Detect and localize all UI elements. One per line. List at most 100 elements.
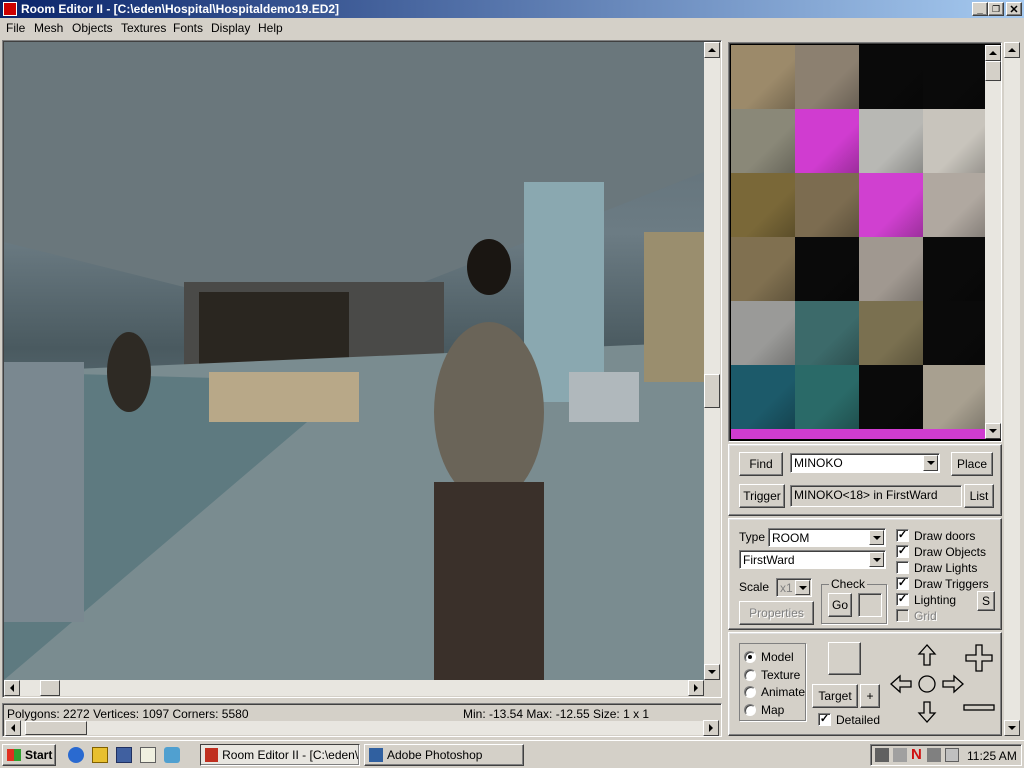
- menu-textures[interactable]: Textures: [121, 21, 166, 35]
- texture-tile[interactable]: [795, 429, 859, 439]
- find-combo[interactable]: MINOKO: [790, 453, 940, 473]
- menu-help[interactable]: Help: [258, 21, 283, 35]
- scale-combo[interactable]: x1: [776, 578, 812, 597]
- status-hscroll[interactable]: [5, 720, 719, 736]
- texture-tile[interactable]: [795, 301, 859, 365]
- chevron-down-icon[interactable]: [869, 552, 884, 567]
- trigger-button[interactable]: Trigger: [739, 484, 785, 508]
- texture-tile[interactable]: [923, 237, 987, 301]
- chevron-down-icon[interactable]: [869, 530, 884, 545]
- model-radio[interactable]: [744, 651, 756, 663]
- texture-tile[interactable]: [731, 365, 795, 429]
- room-combo[interactable]: FirstWard: [739, 550, 886, 569]
- texture-tile[interactable]: [923, 365, 987, 429]
- scroll-thumb[interactable]: [25, 721, 87, 735]
- list-button[interactable]: List: [964, 484, 994, 508]
- preview-button[interactable]: [828, 642, 861, 675]
- app-icon[interactable]: [116, 747, 132, 763]
- texture-tile[interactable]: [795, 109, 859, 173]
- scroll-down-button[interactable]: [985, 423, 1001, 439]
- texture-tile[interactable]: [795, 45, 859, 109]
- menu-fonts[interactable]: Fonts: [173, 21, 203, 35]
- scroll-up-button[interactable]: [1004, 42, 1020, 58]
- type-combo[interactable]: ROOM: [768, 528, 886, 547]
- draw-objects-checkbox[interactable]: ✓: [896, 545, 909, 558]
- navigation-pad[interactable]: [888, 642, 1000, 726]
- panel-vscroll[interactable]: [1004, 42, 1020, 736]
- task-room-editor[interactable]: Room Editor II - [C:\eden\...: [200, 744, 360, 766]
- texture-tile[interactable]: [795, 237, 859, 301]
- texture-tile[interactable]: [795, 173, 859, 237]
- texture-tile[interactable]: [859, 429, 923, 439]
- volume-icon[interactable]: [945, 748, 959, 762]
- chevron-down-icon[interactable]: [923, 455, 938, 471]
- menu-objects[interactable]: Objects: [72, 21, 113, 35]
- texture-tile[interactable]: [859, 173, 923, 237]
- network-icon[interactable]: [164, 747, 180, 763]
- texture-tile[interactable]: [859, 365, 923, 429]
- texture-tile[interactable]: [859, 109, 923, 173]
- close-button[interactable]: ✕: [1006, 2, 1022, 16]
- texture-tile[interactable]: [923, 109, 987, 173]
- detailed-checkbox[interactable]: ✓: [818, 713, 831, 726]
- scroll-left-button[interactable]: [5, 720, 21, 736]
- scroll-down-button[interactable]: [704, 664, 720, 680]
- texture-tile[interactable]: [859, 45, 923, 109]
- scroll-thumb[interactable]: [985, 61, 1001, 81]
- target-button[interactable]: Target: [812, 684, 858, 708]
- menu-file[interactable]: File: [6, 21, 25, 35]
- viewport-vscroll[interactable]: [704, 42, 720, 680]
- restore-button[interactable]: ❐: [988, 2, 1004, 16]
- 3d-viewport[interactable]: [4, 42, 704, 680]
- texture-radio[interactable]: [744, 669, 756, 681]
- draw-triggers-checkbox[interactable]: ✓: [896, 577, 909, 590]
- scroll-down-button[interactable]: [1004, 720, 1020, 736]
- task-photoshop[interactable]: Adobe Photoshop: [364, 744, 524, 766]
- texture-tile[interactable]: [731, 301, 795, 365]
- texture-tile[interactable]: [923, 45, 987, 109]
- scroll-up-button[interactable]: [985, 45, 1001, 61]
- animate-radio[interactable]: [744, 686, 756, 698]
- texture-palette[interactable]: [731, 45, 987, 439]
- texture-tile[interactable]: [731, 45, 795, 109]
- scroll-thumb[interactable]: [40, 680, 60, 696]
- texture-tile[interactable]: [923, 301, 987, 365]
- texture-tile[interactable]: [859, 237, 923, 301]
- media-icon[interactable]: [92, 747, 108, 763]
- scroll-right-button[interactable]: [703, 720, 719, 736]
- draw-lights-checkbox[interactable]: [896, 561, 909, 574]
- trigger-field[interactable]: MINOKO<18> in FirstWard: [790, 485, 962, 507]
- tray-icon[interactable]: [893, 748, 907, 762]
- grid-checkbox[interactable]: [896, 609, 909, 622]
- notepad-icon[interactable]: [140, 747, 156, 763]
- scroll-right-button[interactable]: [688, 680, 704, 696]
- find-button[interactable]: Find: [739, 452, 783, 476]
- go-button[interactable]: Go: [828, 593, 852, 617]
- texture-tile[interactable]: [731, 173, 795, 237]
- ie-icon[interactable]: [68, 747, 84, 763]
- texture-tile[interactable]: [795, 365, 859, 429]
- texture-tile[interactable]: [731, 429, 795, 439]
- tray-icon[interactable]: [927, 748, 941, 762]
- menu-mesh[interactable]: Mesh: [34, 21, 63, 35]
- viewport-hscroll[interactable]: [4, 680, 704, 696]
- tray-icon[interactable]: [875, 748, 889, 762]
- target-add-button[interactable]: +: [860, 684, 880, 708]
- start-button[interactable]: Start: [2, 744, 56, 766]
- menu-display[interactable]: Display: [211, 21, 250, 35]
- texture-tile[interactable]: [923, 429, 987, 439]
- map-radio[interactable]: [744, 704, 756, 716]
- texture-tile[interactable]: [859, 301, 923, 365]
- place-button[interactable]: Place: [951, 452, 993, 476]
- texture-tile[interactable]: [923, 173, 987, 237]
- s-button[interactable]: S: [977, 591, 995, 611]
- chevron-down-icon[interactable]: [795, 580, 810, 595]
- texture-tile[interactable]: [731, 237, 795, 301]
- norton-icon[interactable]: N: [911, 746, 922, 763]
- texture-vscroll[interactable]: [985, 45, 1001, 439]
- texture-tile[interactable]: [731, 109, 795, 173]
- minimize-button[interactable]: _: [972, 2, 988, 16]
- scroll-thumb[interactable]: [704, 374, 720, 408]
- lighting-checkbox[interactable]: ✓: [896, 593, 909, 606]
- scroll-up-button[interactable]: [704, 42, 720, 58]
